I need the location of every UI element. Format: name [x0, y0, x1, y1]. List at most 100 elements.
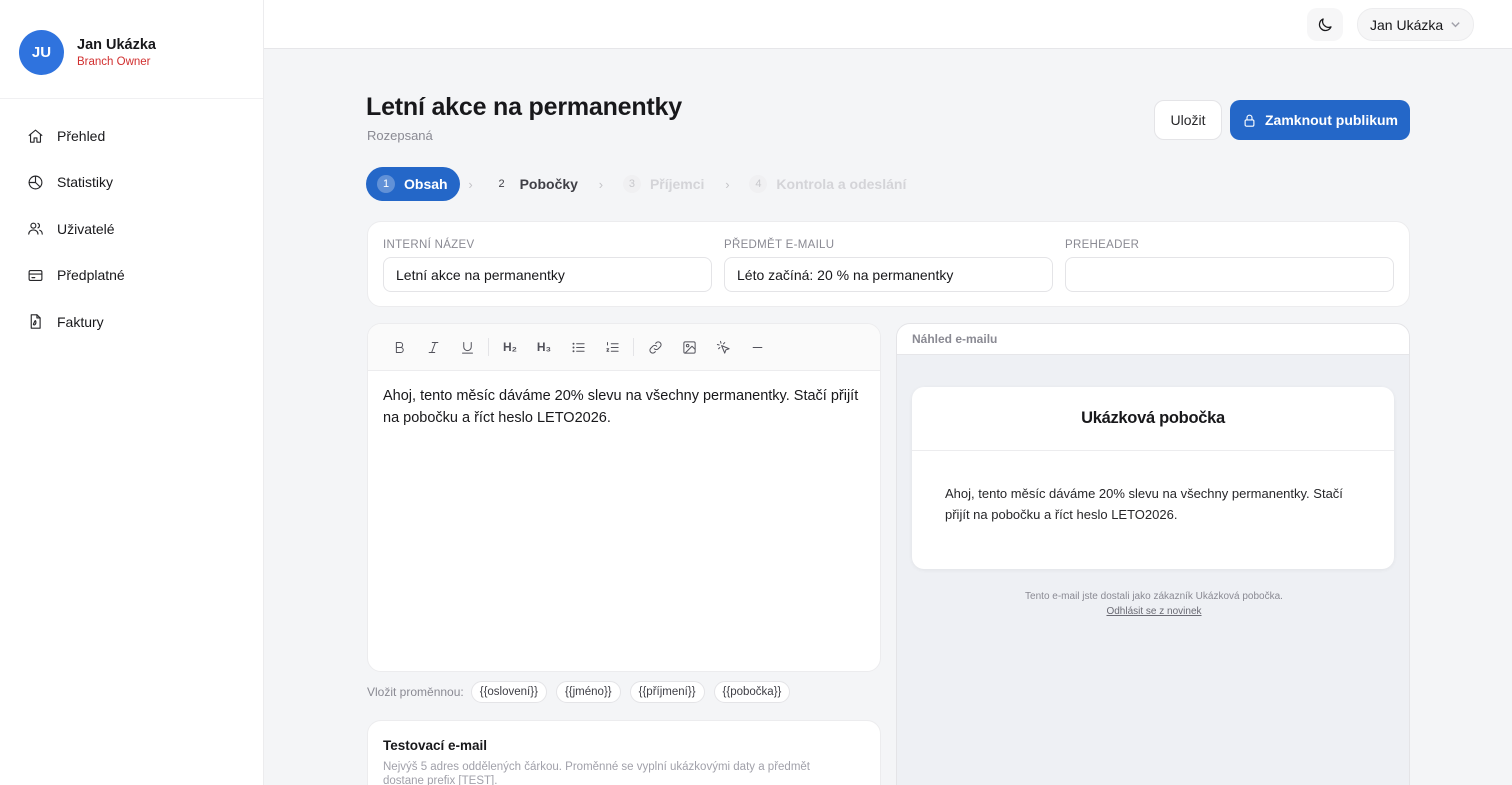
- step-number: 3: [622, 175, 641, 193]
- sidebar-item-label: Faktury: [57, 313, 104, 330]
- heading-3-icon: H₃: [536, 340, 552, 354]
- internal-name-input[interactable]: [383, 257, 712, 292]
- preview-branch-name: Ukázková pobočka: [912, 387, 1394, 451]
- step-label: Pobočky: [519, 176, 578, 192]
- preview-heading: Náhled e-mailu: [897, 324, 1409, 355]
- campaign-fields-card: INTERNÍ NÁZEV PŘEDMĚT E-MAILU PREHEADER: [367, 221, 1410, 307]
- profile-name: Jan Ukázka: [77, 37, 156, 53]
- underline-button[interactable]: [450, 332, 484, 362]
- image-button[interactable]: [672, 332, 706, 362]
- preview-email-card: Ukázková pobočka Ahoj, tento měsíc dávám…: [912, 387, 1394, 569]
- horizontal-rule-icon: [752, 346, 762, 348]
- sidebar-divider: [0, 98, 263, 99]
- sidebar-item-uzivatele[interactable]: Uživatelé: [27, 219, 125, 239]
- sidebar-item-predplatne[interactable]: Předplatné: [27, 265, 125, 285]
- wizard-steps: 1 Obsah › 2 Pobočky › 3 Příjemci › 4 Kon…: [366, 167, 918, 201]
- ordered-list-icon: [605, 341, 619, 352]
- horizontal-rule-button[interactable]: [740, 332, 774, 362]
- step-number: 2: [498, 178, 505, 190]
- sidebar-item-label: Předplatné: [57, 267, 125, 284]
- sidebar: JU Jan Ukázka Branch Owner Přehled Stati…: [0, 0, 264, 785]
- test-email-card: Testovací e-mail Nejvýš 5 adres oddělený…: [367, 720, 881, 785]
- bold-icon: [395, 341, 404, 353]
- preview-footer-text: Tento e-mail jste dostali jako zákazník …: [1025, 591, 1283, 602]
- profile-role: Branch Owner: [77, 56, 151, 68]
- step-review-send: 4 Kontrola a odeslání: [738, 167, 918, 201]
- sidebar-item-label: Statistiky: [57, 174, 114, 191]
- step-recipients: 3 Příjemci: [612, 167, 716, 201]
- status-label: Rozepsaná: [367, 128, 433, 143]
- cta-button-insert[interactable]: [706, 332, 740, 362]
- avatar: JU: [19, 30, 64, 75]
- sidebar-item-faktury[interactable]: Faktury: [27, 312, 125, 332]
- italic-icon: [428, 341, 438, 353]
- test-email-description: Nejvýš 5 adres oddělených čárkou. Proměn…: [383, 761, 810, 785]
- step-label: Příjemci: [649, 176, 705, 192]
- ordered-list-button[interactable]: [595, 332, 629, 362]
- unsubscribe-link[interactable]: Odhlásit se z novinek: [897, 604, 1409, 619]
- heading-2-button[interactable]: H₂: [493, 332, 527, 362]
- step-content[interactable]: 1 Obsah: [366, 167, 460, 201]
- preheader-input[interactable]: [1065, 257, 1394, 292]
- italic-button[interactable]: [416, 332, 450, 362]
- sidebar-item-label: Přehled: [57, 128, 106, 144]
- variables-bar: Vložit proměnnou: {{oslovení}} {{jméno}}…: [367, 681, 799, 703]
- image-icon: [682, 340, 696, 354]
- variable-chip-salutation[interactable]: {{oslovení}}: [470, 681, 547, 703]
- user-menu-name: Jan Ukázka: [1370, 16, 1444, 33]
- chevron-down-icon: [1451, 22, 1460, 28]
- topbar: Jan Ukázka: [264, 0, 1512, 49]
- lock-audience-label: Zamknout publikum: [1265, 112, 1398, 128]
- lock-icon: [1244, 114, 1255, 127]
- cursor-click-icon: [716, 340, 730, 354]
- bold-button[interactable]: [382, 332, 416, 362]
- pie-chart-icon: [28, 175, 43, 190]
- variable-chip-last-name[interactable]: {{příjmení}}: [629, 681, 705, 703]
- preheader-label: PREHEADER: [1065, 239, 1140, 251]
- home-icon: [28, 129, 43, 143]
- subject-label: PŘEDMĚT E-MAILU: [724, 239, 835, 251]
- editor-content[interactable]: Ahoj, tento měsíc dáváme 20% slevu na vš…: [368, 371, 880, 443]
- step-number: 1: [377, 175, 395, 193]
- users-icon: [28, 222, 43, 236]
- heading-2-icon: H₂: [503, 340, 517, 354]
- internal-name-label: INTERNÍ NÁZEV: [383, 239, 475, 251]
- lock-audience-button[interactable]: Zamknout publikum: [1230, 100, 1410, 140]
- heading-3-button[interactable]: H₃: [527, 332, 561, 362]
- editor-toolbar: H₂ H₃: [368, 324, 880, 371]
- toolbar-divider: [488, 338, 489, 356]
- preview-footer: Tento e-mail jste dostali jako zákazník …: [897, 589, 1409, 619]
- step-label: Obsah: [404, 176, 448, 192]
- credit-card-icon: [28, 269, 43, 281]
- email-editor: H₂ H₃ Ahoj, tento měsíc dáváme 20% slevu…: [367, 323, 881, 672]
- link-icon: [648, 340, 662, 354]
- user-menu-button[interactable]: Jan Ukázka: [1357, 8, 1474, 41]
- step-chevron-icon: ›: [598, 176, 604, 192]
- page-title: Letní akce na permanentky: [366, 93, 682, 121]
- step-chevron-icon: ›: [468, 176, 473, 192]
- preview-email-body: Ahoj, tento měsíc dáváme 20% slevu na vš…: [945, 486, 1343, 522]
- variables-label: Vložit proměnnou:: [367, 685, 464, 699]
- sidebar-item-prehled[interactable]: Přehled: [27, 126, 125, 146]
- profile: JU Jan Ukázka Branch Owner: [19, 30, 156, 75]
- sidebar-nav: Přehled Statistiky Uživatelé Předplatné …: [27, 126, 125, 358]
- underline-icon: [461, 341, 473, 354]
- step-chevron-icon: ›: [725, 176, 730, 192]
- theme-toggle-button[interactable]: [1307, 8, 1343, 41]
- step-number: 4: [749, 175, 768, 193]
- save-button[interactable]: Uložit: [1154, 100, 1222, 140]
- bullet-list-button[interactable]: [561, 332, 595, 362]
- step-label: Kontrola a odeslání: [776, 176, 907, 192]
- subject-input[interactable]: [724, 257, 1053, 292]
- moon-icon: [1318, 17, 1332, 31]
- variable-chip-first-name[interactable]: {{jméno}}: [555, 681, 621, 703]
- sidebar-item-statistiky[interactable]: Statistiky: [27, 172, 125, 192]
- link-button[interactable]: [638, 332, 672, 362]
- toolbar-divider: [633, 338, 634, 356]
- variable-chip-branch[interactable]: {{pobočka}}: [713, 681, 791, 703]
- step-branches[interactable]: 2 Pobočky: [482, 167, 590, 201]
- bullet-list-icon: [572, 342, 585, 352]
- sidebar-item-label: Uživatelé: [57, 220, 115, 237]
- test-email-title: Testovací e-mail: [383, 738, 488, 753]
- file-document-icon: [30, 314, 41, 329]
